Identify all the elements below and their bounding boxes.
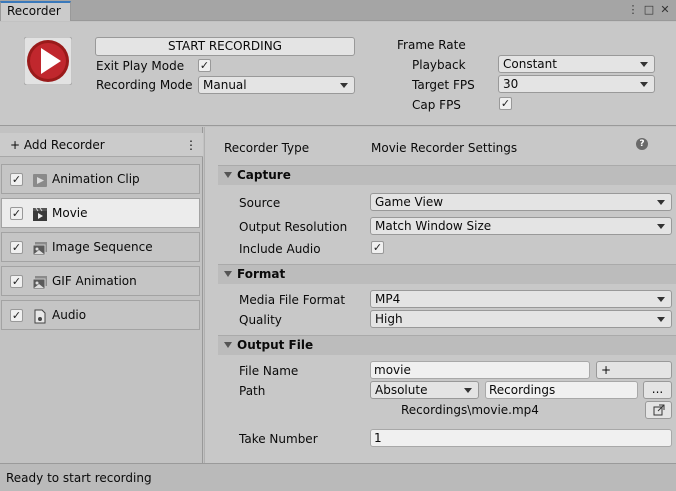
source-label: Source	[239, 196, 281, 210]
capture-section-title: Capture	[237, 168, 291, 182]
output-resolution-dropdown[interactable]: Match Window Size	[370, 217, 672, 235]
audio-icon	[32, 309, 48, 324]
record-button-icon[interactable]	[23, 36, 73, 86]
recorder-item-gif-animation[interactable]: ✓ GIF Animation	[1, 266, 200, 296]
path-input[interactable]: Recordings	[485, 381, 638, 399]
recorder-item-label: Animation Clip	[52, 172, 140, 186]
recorder-type-value: Movie Recorder Settings	[371, 141, 518, 155]
take-number-label: Take Number	[239, 432, 318, 446]
add-recorder-button[interactable]: + Add Recorder	[10, 138, 105, 152]
wildcards-dropdown[interactable]: + Wildcards	[596, 361, 672, 379]
wildcards-label: + Wildcards	[601, 363, 612, 377]
chevron-down-icon	[657, 297, 665, 302]
recorder-list-header: + Add Recorder ⋮	[0, 133, 203, 157]
output-resolution-value: Match Window Size	[375, 219, 492, 233]
path-type-value: Absolute	[375, 383, 428, 397]
include-audio-checkbox[interactable]: ✓	[371, 241, 384, 254]
recorder-enabled-checkbox[interactable]: ✓	[10, 241, 23, 254]
open-folder-button[interactable]	[645, 401, 672, 419]
playback-value: Constant	[503, 57, 557, 71]
output-file-section-header[interactable]: Output File	[218, 335, 676, 355]
source-value: Game View	[375, 195, 444, 209]
path-label: Path	[239, 384, 266, 398]
foldout-arrow-icon	[224, 172, 232, 178]
recorder-list-panel: + Add Recorder ⋮ ✓ Animation Clip ✓ Movi…	[0, 127, 203, 463]
format-section-title: Format	[237, 267, 286, 281]
status-bar: Ready to start recording	[0, 463, 676, 491]
chevron-down-icon	[657, 200, 665, 205]
recorder-enabled-checkbox[interactable]: ✓	[10, 173, 23, 186]
file-name-label: File Name	[239, 364, 299, 378]
start-recording-button[interactable]: START RECORDING	[95, 37, 355, 56]
quality-dropdown[interactable]: High	[370, 310, 672, 328]
resolved-output-path: Recordings\movie.mp4	[401, 403, 539, 417]
chevron-down-icon	[640, 62, 648, 67]
chevron-down-icon	[464, 388, 472, 393]
recording-mode-value: Manual	[203, 78, 247, 92]
cap-fps-checkbox[interactable]: ✓	[499, 97, 512, 110]
quality-value: High	[375, 312, 403, 326]
frame-rate-label: Frame Rate	[397, 38, 466, 52]
take-number-input[interactable]: 1	[370, 429, 672, 447]
recorder-item-label: GIF Animation	[52, 274, 137, 288]
maximize-icon[interactable]: □	[642, 3, 656, 17]
recorder-item-animation-clip[interactable]: ✓ Animation Clip	[1, 164, 200, 194]
recorder-item-movie[interactable]: ✓ Movie	[1, 198, 200, 228]
foldout-arrow-icon	[224, 342, 232, 348]
path-type-dropdown[interactable]: Absolute	[370, 381, 479, 399]
cap-fps-label: Cap FPS	[412, 98, 461, 112]
target-fps-dropdown[interactable]: 30	[498, 75, 655, 93]
animation-clip-icon	[32, 173, 48, 188]
include-audio-label: Include Audio	[239, 242, 321, 256]
recorder-item-image-sequence[interactable]: ✓ Image Sequence	[1, 232, 200, 262]
recorder-type-label: Recorder Type	[224, 141, 310, 155]
window-menu-icon[interactable]: ⋮	[626, 3, 640, 17]
media-file-format-value: MP4	[375, 292, 401, 306]
image-sequence-icon	[32, 241, 48, 256]
capture-section-header[interactable]: Capture	[218, 165, 676, 185]
chevron-down-icon	[340, 83, 348, 88]
close-icon[interactable]: ✕	[658, 3, 672, 17]
recorder-item-label: Movie	[52, 206, 88, 220]
recorder-enabled-checkbox[interactable]: ✓	[10, 207, 23, 220]
media-file-format-dropdown[interactable]: MP4	[370, 290, 672, 308]
playback-dropdown[interactable]: Constant	[498, 55, 655, 73]
recorder-item-label: Image Sequence	[52, 240, 153, 254]
chevron-down-icon	[657, 224, 665, 229]
exit-play-mode-checkbox[interactable]: ✓	[198, 59, 211, 72]
target-fps-label: Target FPS	[412, 78, 475, 92]
chevron-down-icon	[657, 317, 665, 322]
tab-title: Recorder	[7, 4, 61, 18]
recorder-enabled-checkbox[interactable]: ✓	[10, 275, 23, 288]
tab-bar: Recorder ⋮ □ ✕	[0, 0, 676, 21]
output-resolution-label: Output Resolution	[239, 220, 348, 234]
tab-recorder[interactable]: Recorder	[0, 1, 71, 21]
quality-label: Quality	[239, 313, 282, 327]
chevron-down-icon	[640, 82, 648, 87]
recording-mode-dropdown[interactable]: Manual	[198, 76, 355, 94]
recorder-item-label: Audio	[52, 308, 87, 322]
media-file-format-label: Media File Format	[239, 293, 346, 307]
output-file-section-title: Output File	[237, 338, 314, 352]
source-dropdown[interactable]: Game View	[370, 193, 672, 211]
help-icon[interactable]: ?	[636, 138, 648, 150]
status-text: Ready to start recording	[6, 471, 152, 485]
gif-icon	[32, 275, 48, 290]
recorder-list-menu-icon[interactable]: ⋮	[185, 138, 197, 152]
recorder-enabled-checkbox[interactable]: ✓	[10, 309, 23, 322]
recording-mode-label: Recording Mode	[96, 78, 193, 92]
recorder-item-audio[interactable]: ✓ Audio	[1, 300, 200, 330]
target-fps-value: 30	[503, 77, 519, 91]
file-name-input[interactable]: movie	[370, 361, 590, 379]
browse-path-button[interactable]: ...	[643, 381, 672, 399]
exit-play-mode-label: Exit Play Mode	[96, 59, 185, 73]
playback-label: Playback	[412, 58, 466, 72]
open-external-icon	[653, 404, 665, 419]
movie-icon	[32, 207, 48, 222]
foldout-arrow-icon	[224, 271, 232, 277]
format-section-header[interactable]: Format	[218, 264, 676, 284]
